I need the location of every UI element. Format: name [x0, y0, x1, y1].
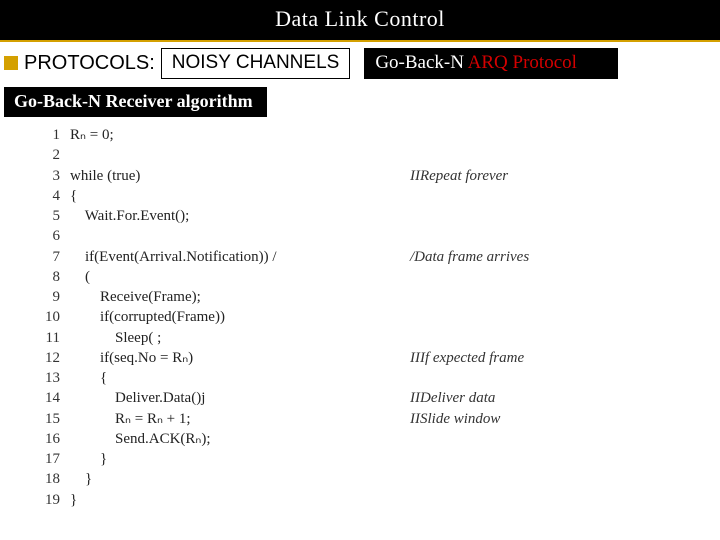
code-line: 4{ — [44, 186, 680, 206]
line-number: 19 — [44, 490, 70, 510]
header-row: PROTOCOLS: NOISY CHANNELS Go-Back-N ARQ … — [0, 48, 720, 79]
code-line: 16 Send.ACK(Rₙ); — [44, 429, 680, 449]
code-text: { — [70, 368, 410, 388]
code-comment: IIIf expected frame — [410, 348, 680, 368]
arq-red-text: ARQ Protocol — [468, 52, 577, 73]
code-line: 1Rₙ = 0; — [44, 125, 680, 145]
code-line: 2 — [44, 145, 680, 165]
code-line: 10 if(corrupted(Frame)) — [44, 307, 680, 327]
code-comment — [410, 287, 680, 307]
line-number: 5 — [44, 206, 70, 226]
code-text — [70, 145, 410, 165]
code-text: if(corrupted(Frame)) — [70, 307, 410, 327]
line-number: 2 — [44, 145, 70, 165]
code-text: } — [70, 490, 410, 510]
code-text: Sleep( ; — [70, 328, 410, 348]
code-text: Rₙ = Rₙ + 1; — [70, 409, 410, 429]
code-comment — [410, 328, 680, 348]
code-line: 13 { — [44, 368, 680, 388]
code-comment — [410, 186, 680, 206]
code-text: } — [70, 469, 410, 489]
line-number: 14 — [44, 388, 70, 408]
code-text: Rₙ = 0; — [70, 125, 410, 145]
line-number: 10 — [44, 307, 70, 327]
code-line: 11 Sleep( ; — [44, 328, 680, 348]
code-line: 8 ( — [44, 267, 680, 287]
page-title: Data Link Control — [0, 0, 720, 42]
code-comment — [410, 145, 680, 165]
code-comment — [410, 307, 680, 327]
code-comment: IIRepeat forever — [410, 166, 680, 186]
code-line: 5 Wait.For.Event(); — [44, 206, 680, 226]
code-comment — [410, 449, 680, 469]
code-line: 18 } — [44, 469, 680, 489]
line-number: 17 — [44, 449, 70, 469]
code-line: 3while (true)IIRepeat forever — [44, 166, 680, 186]
code-text: Receive(Frame); — [70, 287, 410, 307]
line-number: 13 — [44, 368, 70, 388]
code-text: if(Event(Arrival.Notification)) / — [70, 247, 410, 267]
bullet-icon — [4, 56, 18, 70]
code-comment — [410, 368, 680, 388]
code-text: } — [70, 449, 410, 469]
code-comment: IIDeliver data — [410, 388, 680, 408]
code-block: 1Rₙ = 0;23while (true)IIRepeat forever4{… — [44, 125, 680, 510]
code-line: 12 if(seq.No = Rₙ)IIIf expected frame — [44, 348, 680, 368]
code-comment — [410, 226, 680, 246]
algorithm-subtitle: Go-Back-N Receiver algorithm — [4, 87, 267, 117]
code-comment — [410, 125, 680, 145]
protocols-label: PROTOCOLS: — [24, 48, 161, 79]
arq-prefix: Go-Back-N — [375, 52, 467, 73]
code-line: 17 } — [44, 449, 680, 469]
code-text: if(seq.No = Rₙ) — [70, 348, 410, 368]
line-number: 1 — [44, 125, 70, 145]
line-number: 7 — [44, 247, 70, 267]
code-text: { — [70, 186, 410, 206]
code-comment: /Data frame arrives — [410, 247, 680, 267]
code-line: 7 if(Event(Arrival.Notification)) //Data… — [44, 247, 680, 267]
code-comment — [410, 267, 680, 287]
code-comment — [410, 490, 680, 510]
code-comment — [410, 206, 680, 226]
code-comment — [410, 429, 680, 449]
subtitle-wrap: Go-Back-N Receiver algorithm — [4, 87, 720, 117]
code-text: while (true) — [70, 166, 410, 186]
code-line: 6 — [44, 226, 680, 246]
code-text: Send.ACK(Rₙ); — [70, 429, 410, 449]
code-text: Wait.For.Event(); — [70, 206, 410, 226]
line-number: 4 — [44, 186, 70, 206]
code-line: 15 Rₙ = Rₙ + 1;IISlide window — [44, 409, 680, 429]
line-number: 9 — [44, 287, 70, 307]
arq-protocol-badge: Go-Back-N ARQ Protocol — [364, 48, 618, 79]
code-line: 9 Receive(Frame); — [44, 287, 680, 307]
line-number: 6 — [44, 226, 70, 246]
code-text — [70, 226, 410, 246]
line-number: 8 — [44, 267, 70, 287]
line-number: 3 — [44, 166, 70, 186]
line-number: 18 — [44, 469, 70, 489]
code-comment — [410, 469, 680, 489]
code-text: ( — [70, 267, 410, 287]
line-number: 16 — [44, 429, 70, 449]
line-number: 11 — [44, 328, 70, 348]
code-comment: IISlide window — [410, 409, 680, 429]
code-line: 14 Deliver.Data()jIIDeliver data — [44, 388, 680, 408]
noisy-channels-badge: NOISY CHANNELS — [161, 48, 351, 79]
code-text: Deliver.Data()j — [70, 388, 410, 408]
line-number: 15 — [44, 409, 70, 429]
code-line: 19} — [44, 490, 680, 510]
line-number: 12 — [44, 348, 70, 368]
